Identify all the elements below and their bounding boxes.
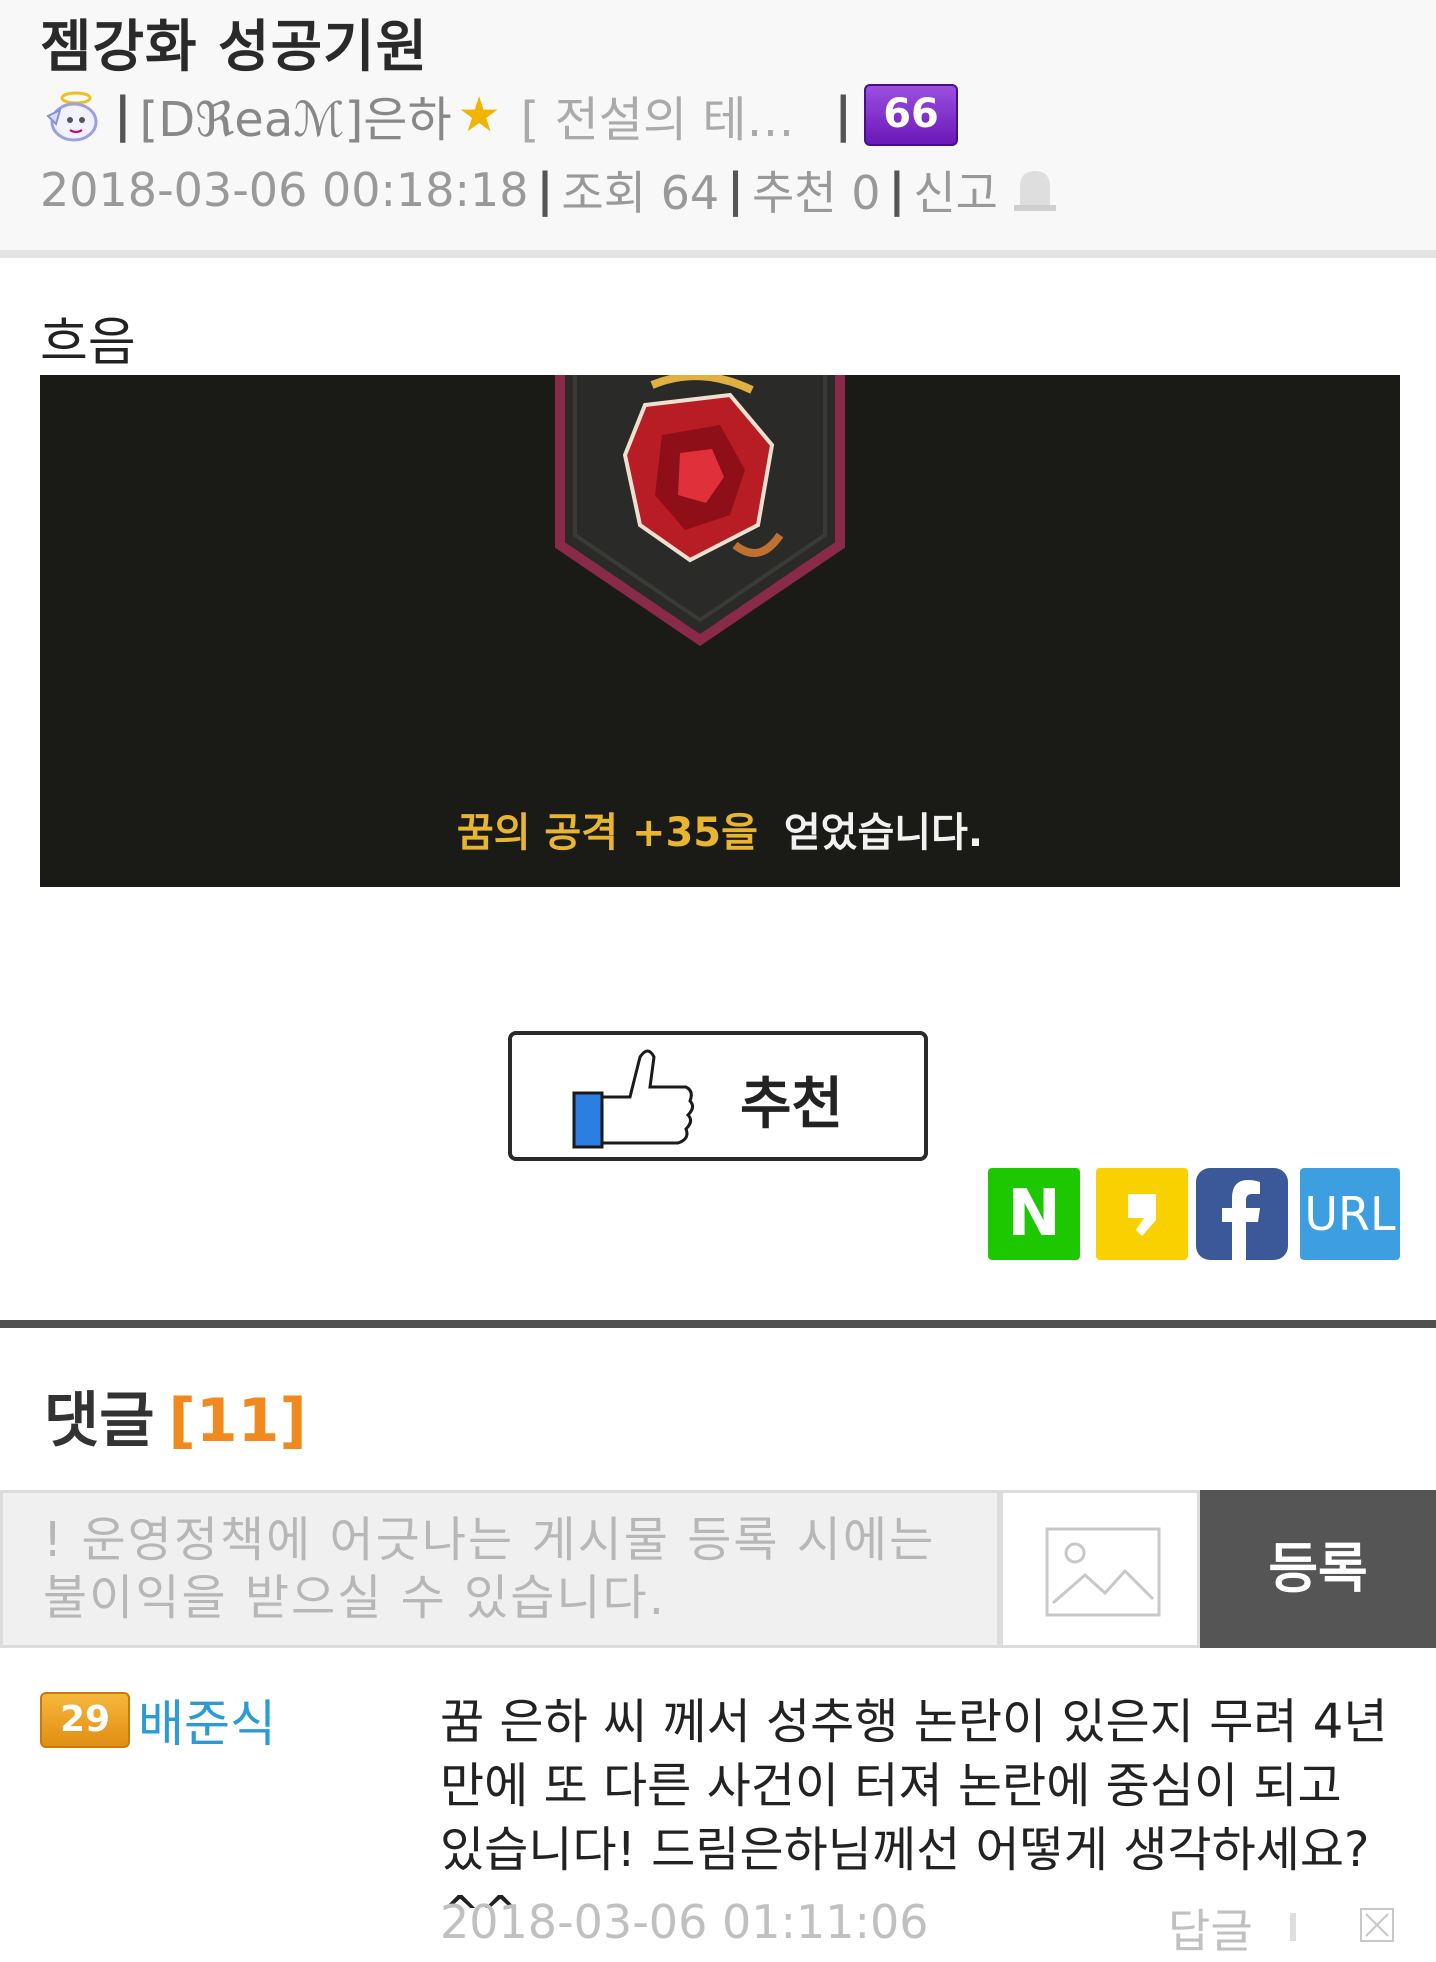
- header-divider: [0, 250, 1436, 258]
- recommend-label: 추천: [740, 1072, 844, 1137]
- comment-input[interactable]: ! 운영정책에 어긋나는 게시물 등록 시에는 불이익을 받으실 수 있습니다.: [0, 1490, 1000, 1648]
- post-title: 젬강화 성공기원: [40, 15, 429, 80]
- post-body-text: 흐음: [40, 313, 136, 373]
- image-caption: 꿈의 공격 +35을 얻었습니다.: [40, 800, 1400, 858]
- post-header: 젬강화 성공기원 | [Dℜeaℳ]은하 ★ [ 전설의 테… | 66 201…: [0, 0, 1436, 252]
- comments-count: [11]: [168, 1386, 307, 1456]
- angel-avatar-icon: [46, 91, 98, 142]
- post-meta: 2018-03-06 00:18:18 | 조회 64 | 추천 0 | 신고: [40, 158, 1062, 222]
- reply-separator: [1290, 1913, 1296, 1941]
- post-date: 2018-03-06 00:18:18: [40, 163, 529, 217]
- image-attach-icon: [1045, 1527, 1161, 1617]
- url-share-button[interactable]: URL: [1300, 1168, 1400, 1260]
- caption-text: 얻었습니다.: [783, 810, 984, 856]
- facebook-icon: [1222, 1180, 1260, 1260]
- comment-author-name[interactable]: 배준식: [138, 1684, 276, 1756]
- level-badge: 66: [864, 84, 959, 146]
- author-name[interactable]: [Dℜeaℳ]은하: [140, 80, 452, 150]
- comments-heading: 댓글 [11]: [44, 1372, 307, 1459]
- register-button[interactable]: 등록: [1200, 1490, 1436, 1648]
- bell-icon[interactable]: [1008, 165, 1062, 215]
- recommend-button[interactable]: 추천: [508, 1031, 928, 1161]
- comment-author: 29 배준식: [40, 1690, 276, 1753]
- image-attach-button[interactable]: [1000, 1490, 1200, 1648]
- avatar[interactable]: [40, 84, 106, 146]
- thumbs-up-icon: [572, 1049, 695, 1149]
- star-icon: ★: [457, 87, 501, 143]
- naver-share-button[interactable]: N: [988, 1168, 1080, 1260]
- facebook-share-button[interactable]: [1196, 1168, 1288, 1260]
- reply-link[interactable]: 답글: [1168, 1895, 1253, 1961]
- caption-item: 꿈의 공격 +35을: [456, 810, 758, 856]
- report-link[interactable]: 신고: [913, 157, 998, 223]
- comment-date: 2018-03-06 01:11:06: [440, 1895, 929, 1949]
- game-screenshot: 꿈의 공격 +35을 얻었습니다.: [40, 375, 1400, 887]
- delete-x-icon[interactable]: [1360, 1908, 1394, 1946]
- author-row: | [Dℜeaℳ]은하 ★ [ 전설의 테… | 66: [40, 84, 959, 148]
- comments-divider: [0, 1320, 1436, 1328]
- comments-title: 댓글: [44, 1386, 155, 1456]
- author-guild: [ 전설의 테…: [520, 92, 795, 148]
- kakao-icon: [1128, 1194, 1156, 1236]
- comment-level-badge: 29: [40, 1692, 130, 1748]
- kakao-share-button[interactable]: [1096, 1168, 1188, 1260]
- recommend-count: 추천 0: [751, 166, 881, 220]
- view-count: 조회 64: [561, 166, 720, 220]
